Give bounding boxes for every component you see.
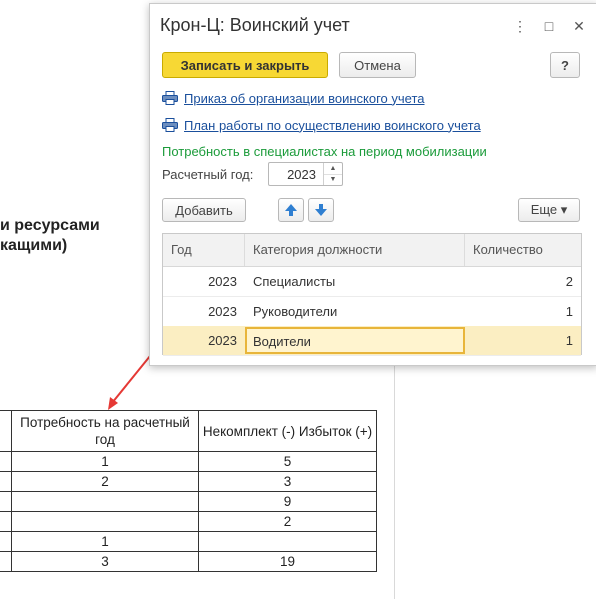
column-header-category[interactable]: Категория должности — [245, 234, 465, 266]
cancel-button[interactable]: Отмена — [339, 52, 416, 78]
background-table-cell — [0, 531, 12, 552]
background-table-cell — [11, 491, 199, 512]
order-link[interactable]: Приказ об организации воинского учета — [184, 91, 425, 106]
arrow-up-icon — [285, 204, 297, 216]
background-table-header-cell: Потребность на расчетный год — [11, 410, 199, 452]
arrow-down-icon — [315, 204, 327, 216]
stepper-down-icon[interactable]: ▼ — [324, 174, 342, 185]
title-bar: Крон-Ц: Воинский учет ⋮ □ ✕ — [150, 4, 596, 46]
background-divider — [394, 360, 395, 599]
move-up-button[interactable] — [278, 198, 304, 222]
help-button[interactable]: ? — [550, 52, 580, 78]
cell-category: Специалисты — [253, 274, 336, 289]
background-table: Потребность на расчетный год Некомплект … — [0, 410, 377, 572]
background-table-cell — [0, 491, 12, 512]
background-table-cell: 9 — [198, 491, 377, 512]
background-table-cell: 2 — [198, 511, 377, 532]
more-actions-button[interactable]: Еще ▾ — [518, 198, 580, 222]
background-heading: и ресурсами кащими) — [0, 216, 100, 256]
order-link-row[interactable]: Приказ об организации воинского учета — [162, 89, 425, 107]
year-input[interactable]: 2023 ▲ ▼ — [268, 162, 343, 186]
column-header-year[interactable]: Год — [163, 234, 245, 266]
table-row[interactable]: 2023 Руководители 1 — [163, 297, 581, 327]
background-heading-line2: кащими) — [0, 237, 68, 254]
background-table-cell: 3 — [11, 551, 199, 572]
cell-quantity: 1 — [565, 333, 573, 348]
cell-quantity: 1 — [565, 304, 573, 319]
background-table-cell — [11, 511, 199, 532]
background-table-cell: 1 — [11, 531, 199, 552]
background-heading-line1: и ресурсами — [0, 217, 100, 234]
background-table-header-row: Потребность на расчетный год Некомплект … — [0, 410, 377, 452]
cell-year: 2023 — [208, 304, 237, 319]
background-table-row: 1 — [0, 531, 377, 552]
year-stepper[interactable]: ▲ ▼ — [323, 163, 342, 185]
year-label: Расчетный год: — [162, 167, 254, 182]
background-table-cell — [198, 531, 377, 552]
plan-link-row[interactable]: План работы по осуществлению воинского у… — [162, 116, 481, 134]
table-row-selected[interactable]: 2023 Водители 1 — [163, 326, 581, 356]
background-table-cell — [0, 551, 12, 572]
cell-category: Руководители — [253, 304, 338, 319]
requirements-table: Год Категория должности Количество 2023 … — [162, 233, 582, 356]
background-table-header-cell — [0, 410, 12, 452]
move-down-button[interactable] — [308, 198, 334, 222]
save-and-close-button[interactable]: Записать и закрыть — [162, 52, 328, 78]
cell-quantity: 2 — [565, 274, 573, 289]
cell-category-active[interactable]: Водители — [245, 327, 465, 354]
annotation-arrow-head — [108, 397, 118, 410]
background-table-cell: 2 — [11, 471, 199, 492]
cell-year: 2023 — [208, 274, 237, 289]
background-table-row: 2 3 — [0, 471, 377, 492]
close-icon[interactable]: ✕ — [571, 18, 587, 34]
more-menu-icon[interactable]: ⋮ — [512, 18, 528, 34]
dialog-window: Крон-Ц: Воинский учет ⋮ □ ✕ Записать и з… — [149, 3, 596, 366]
printer-icon — [162, 91, 178, 105]
maximize-icon[interactable]: □ — [541, 18, 557, 34]
background-table-row: 3 19 — [0, 551, 377, 572]
column-header-quantity[interactable]: Количество — [465, 234, 581, 266]
section-label: Потребность в специалистах на период моб… — [162, 144, 487, 159]
window-title: Крон-Ц: Воинский учет — [160, 15, 350, 35]
add-button[interactable]: Добавить — [162, 198, 246, 222]
background-table-cell — [0, 511, 12, 532]
background-table-cell: 3 — [198, 471, 377, 492]
background-table-cell: 1 — [11, 451, 199, 472]
background-table-cell — [0, 471, 12, 492]
printer-icon — [162, 118, 178, 132]
cell-year: 2023 — [208, 333, 237, 348]
background-table-row: 1 5 — [0, 451, 377, 472]
background-table-row: 2 — [0, 511, 377, 532]
background-table-header-cell: Некомплект (-) Избыток (+) — [198, 410, 377, 452]
background-table-cell: 5 — [198, 451, 377, 472]
year-value: 2023 — [287, 167, 316, 182]
background-table-cell: 19 — [198, 551, 377, 572]
table-row[interactable]: 2023 Специалисты 2 — [163, 267, 581, 297]
plan-link[interactable]: План работы по осуществлению воинского у… — [184, 118, 481, 133]
background-table-row: 9 — [0, 491, 377, 512]
background-table-cell — [0, 451, 12, 472]
table-header: Год Категория должности Количество — [163, 234, 581, 267]
